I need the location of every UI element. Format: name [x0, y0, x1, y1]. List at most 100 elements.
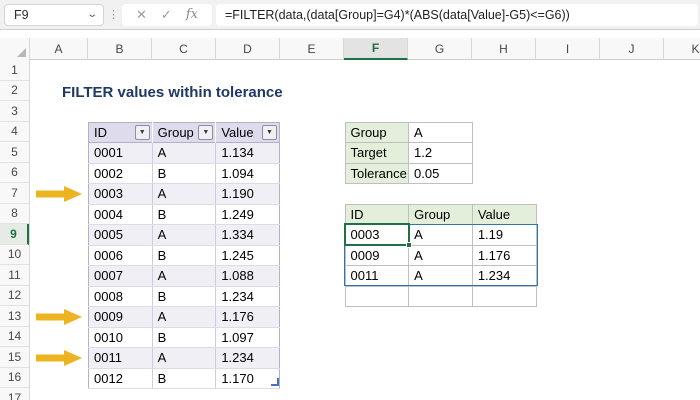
row-header-6[interactable]: 6: [0, 163, 29, 183]
cell-value[interactable]: 1.249: [215, 204, 280, 225]
cell-value[interactable]: 1.097: [215, 327, 280, 348]
cell-group[interactable]: A: [152, 306, 217, 328]
cell-value[interactable]: 1.334: [215, 224, 280, 246]
row-header-1[interactable]: 1: [0, 60, 29, 81]
cell-id[interactable]: 0002: [88, 163, 153, 184]
insert-function-icon[interactable]: fx: [186, 7, 198, 22]
source-column-header[interactable]: ID ▼: [88, 121, 153, 143]
filter-dropdown-button[interactable]: ▼: [198, 124, 214, 140]
cell-id[interactable]: 0009: [88, 306, 153, 328]
cell-group[interactable]: A: [152, 183, 217, 205]
column-header-K[interactable]: K: [664, 38, 700, 60]
row-header-13[interactable]: 13: [0, 306, 29, 327]
cell-value[interactable]: 1.19: [471, 224, 537, 246]
cell-value[interactable]: 1.245: [215, 245, 280, 266]
row-header-15[interactable]: 15: [0, 347, 29, 368]
parameter-value[interactable]: 1.2: [408, 142, 473, 164]
cell-id[interactable]: 0001: [88, 142, 153, 164]
cell-value[interactable]: 1.094: [215, 163, 280, 184]
cell-group[interactable]: A: [408, 244, 473, 266]
cell-id[interactable]: 0011: [344, 265, 410, 287]
cell-group[interactable]: B: [152, 286, 217, 307]
parameter-label[interactable]: Tolerance: [344, 162, 409, 184]
cell-group[interactable]: B: [152, 245, 217, 266]
row-header-14[interactable]: 14: [0, 327, 29, 347]
cell-value[interactable]: 1.134: [215, 142, 280, 164]
row-header-12[interactable]: 12: [0, 286, 29, 306]
empty-cell[interactable]: [471, 285, 537, 307]
cell-id[interactable]: 0012: [88, 368, 153, 389]
cell-id[interactable]: 0005: [88, 224, 153, 246]
cell-id[interactable]: 0007: [88, 265, 153, 287]
column-header-H[interactable]: H: [472, 38, 536, 60]
name-box-chevron-icon[interactable]: ⌄: [86, 9, 98, 20]
cell-id[interactable]: 0011: [88, 347, 153, 369]
cell-group[interactable]: A: [152, 224, 217, 246]
column-header-J[interactable]: J: [600, 38, 664, 60]
filter-dropdown-button[interactable]: ▼: [262, 124, 277, 140]
row-header-7[interactable]: 7: [0, 183, 29, 204]
cell-id[interactable]: 0003: [344, 224, 410, 246]
row-header-10[interactable]: 10: [0, 245, 29, 265]
cell-value[interactable]: 1.234: [471, 265, 537, 287]
cell-value[interactable]: 1.088: [215, 265, 280, 287]
enter-icon[interactable]: ✓: [161, 8, 172, 21]
result-column-header[interactable]: Value: [471, 203, 537, 225]
cancel-icon[interactable]: ✕: [136, 8, 147, 21]
parameter-value[interactable]: A: [408, 121, 473, 143]
cell-id[interactable]: 0010: [88, 327, 153, 348]
fill-handle[interactable]: [406, 241, 412, 248]
table-resize-handle[interactable]: [271, 378, 279, 386]
cell-group[interactable]: A: [152, 265, 217, 287]
filter-dropdown-button[interactable]: ▼: [134, 124, 150, 140]
cell-value[interactable]: 1.170: [215, 368, 280, 389]
parameter-label[interactable]: Target: [344, 142, 409, 164]
cell-group[interactable]: B: [152, 327, 217, 348]
cell-value[interactable]: 1.176: [471, 244, 537, 266]
source-column-header[interactable]: Group ▼: [152, 121, 217, 143]
source-column-header[interactable]: Value ▼: [215, 121, 280, 143]
parameter-label[interactable]: Group: [344, 121, 409, 143]
name-box[interactable]: F9 ⌄: [4, 3, 104, 26]
column-header-E[interactable]: E: [280, 38, 344, 60]
cell-id[interactable]: 0006: [88, 245, 153, 266]
select-all-corner[interactable]: [0, 38, 30, 60]
cell-value[interactable]: 1.234: [215, 347, 280, 369]
row-header-3[interactable]: 3: [0, 101, 29, 122]
row-header-5[interactable]: 5: [0, 142, 29, 163]
column-header-D[interactable]: D: [216, 38, 280, 60]
result-column-header[interactable]: ID: [344, 203, 410, 225]
row-header-2[interactable]: 2: [0, 81, 29, 101]
cell-id[interactable]: 0008: [88, 286, 153, 307]
cell-group[interactable]: B: [152, 368, 217, 389]
empty-cell[interactable]: [344, 285, 410, 307]
cell-group[interactable]: A: [152, 347, 217, 369]
result-column-header[interactable]: Group: [408, 203, 473, 225]
parameter-value[interactable]: 0.05: [408, 162, 473, 184]
empty-cell[interactable]: [408, 285, 473, 307]
cell-value[interactable]: 1.190: [215, 183, 280, 205]
column-header-I[interactable]: I: [536, 38, 600, 60]
column-header-G[interactable]: G: [408, 38, 472, 60]
row-header-11[interactable]: 11: [0, 265, 29, 286]
cell-id[interactable]: 0009: [344, 244, 410, 266]
cell-value[interactable]: 1.234: [215, 286, 280, 307]
cell-group[interactable]: A: [408, 224, 473, 246]
row-header-9[interactable]: 9: [0, 224, 29, 245]
cell-group[interactable]: A: [408, 265, 473, 287]
formula-input[interactable]: =FILTER(data,(data[Group]=G4)*(ABS(data[…: [216, 3, 698, 26]
column-header-B[interactable]: B: [88, 38, 152, 60]
cell-id[interactable]: 0004: [88, 204, 153, 225]
cell-group[interactable]: B: [152, 204, 217, 225]
row-header-16[interactable]: 16: [0, 368, 29, 388]
row-header-4[interactable]: 4: [0, 122, 29, 142]
column-header-C[interactable]: C: [152, 38, 216, 60]
cell-group[interactable]: B: [152, 163, 217, 184]
column-header-F[interactable]: F: [344, 38, 408, 60]
cell-group[interactable]: A: [152, 142, 217, 164]
cell-value[interactable]: 1.176: [215, 306, 280, 328]
row-header-17[interactable]: 17: [0, 388, 29, 400]
cell-id[interactable]: 0003: [88, 183, 153, 205]
column-header-A[interactable]: A: [30, 38, 88, 60]
row-header-8[interactable]: 8: [0, 204, 29, 224]
